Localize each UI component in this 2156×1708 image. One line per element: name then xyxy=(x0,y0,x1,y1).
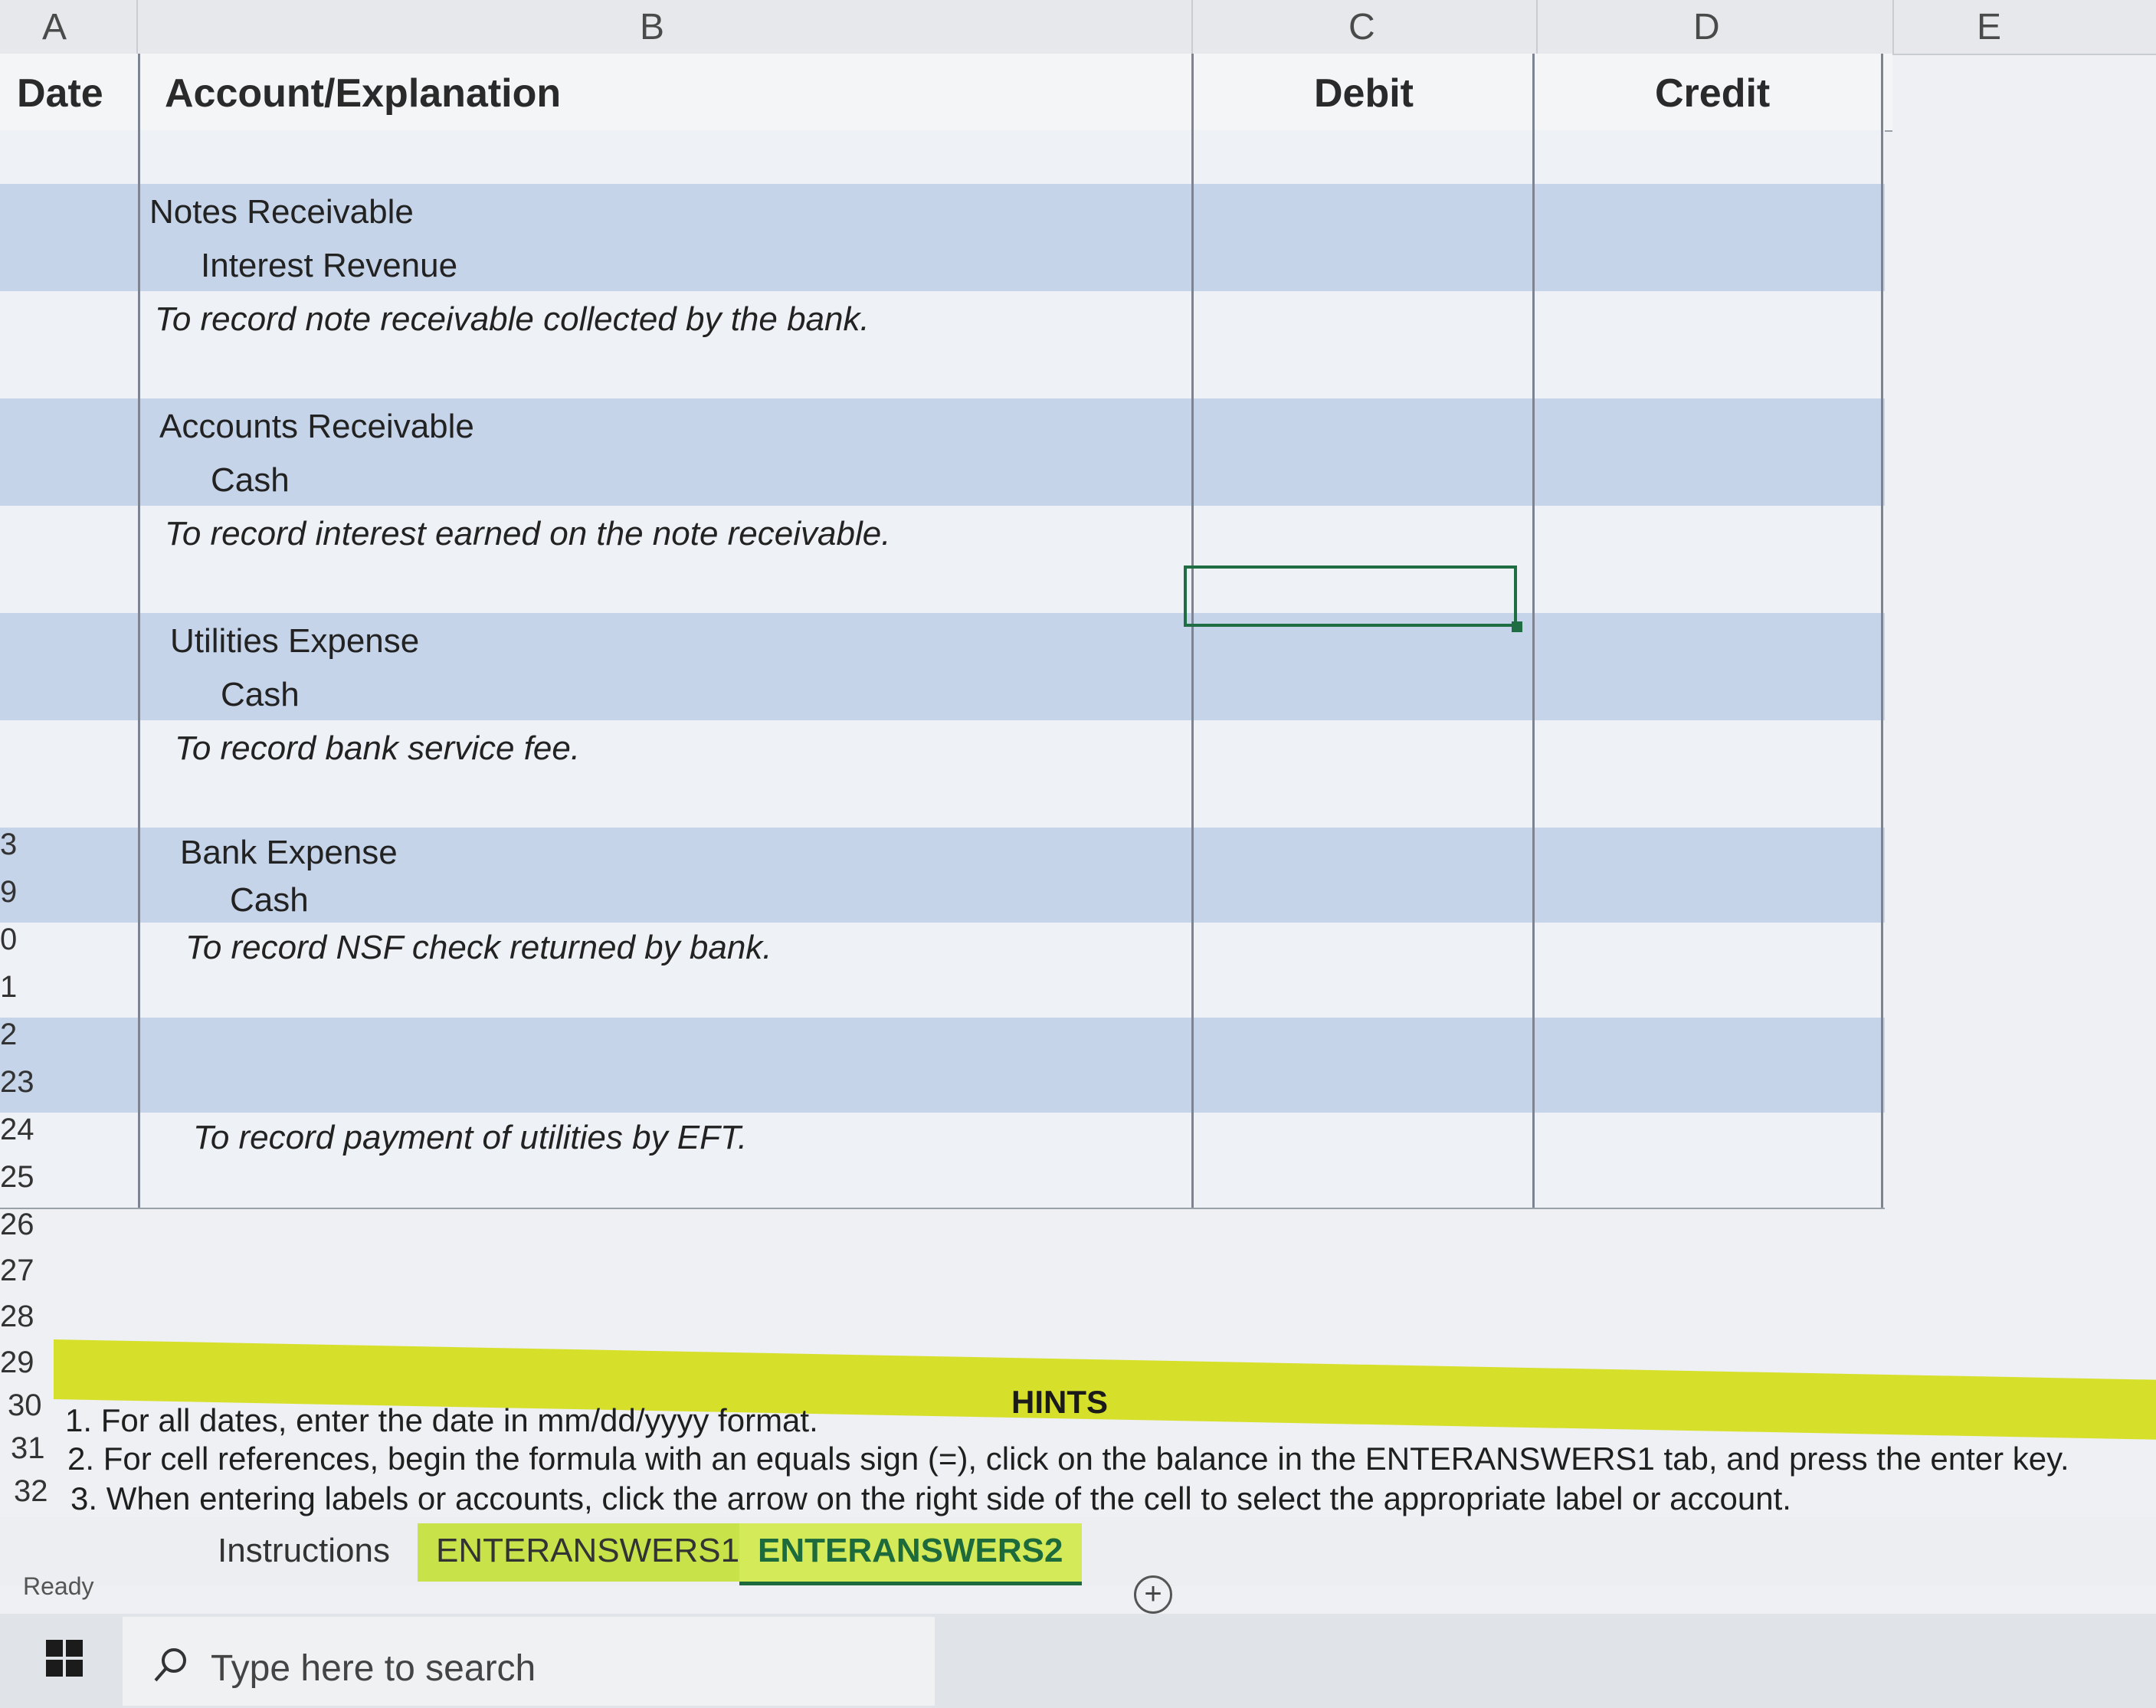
row-number[interactable]: 32 xyxy=(14,1474,67,1509)
tab-enteranswers2[interactable]: ENTERANSWERS2 xyxy=(739,1523,1082,1585)
entry-debit-row[interactable] xyxy=(0,1018,1885,1067)
tab-instructions[interactable]: Instructions xyxy=(199,1523,408,1582)
tab-enteranswers1[interactable]: ENTERANSWERS1 xyxy=(418,1523,759,1582)
blank-row[interactable] xyxy=(0,774,1885,829)
journal-header-row: Date Account/Explanation Debit Credit xyxy=(0,54,1892,132)
row-number[interactable]: 28 xyxy=(0,1300,54,1334)
debit-account-cell[interactable]: Accounts Receivable xyxy=(159,408,474,446)
explanation-cell[interactable]: To record NSF check returned by bank. xyxy=(185,929,772,967)
row-number[interactable]: 26 xyxy=(0,1208,54,1242)
row-number[interactable]: 23 xyxy=(0,1065,54,1100)
entry-credit-row[interactable]: Interest Revenue xyxy=(0,238,1885,293)
fill-handle[interactable] xyxy=(1512,621,1522,632)
blank-row[interactable] xyxy=(0,1160,1885,1209)
column-d-letter[interactable]: D xyxy=(1693,6,1720,48)
search-icon xyxy=(154,1648,186,1682)
search-input[interactable]: Type here to search xyxy=(211,1647,536,1690)
date-header[interactable]: Date xyxy=(17,70,103,116)
column-separator[interactable] xyxy=(1191,0,1193,54)
entry-debit-row[interactable]: Notes Receivable xyxy=(0,184,1885,239)
entry-debit-row[interactable]: Bank Expense xyxy=(0,828,1885,877)
credit-account-cell[interactable]: Cash xyxy=(211,461,290,500)
entry-explanation-row[interactable]: To record payment of utilities by EFT. xyxy=(0,1113,1885,1162)
row-number[interactable]: 1 xyxy=(0,970,54,1005)
entry-credit-row[interactable]: Cash xyxy=(0,875,1885,924)
column-e-letter[interactable]: E xyxy=(1977,6,2001,48)
blank-row[interactable] xyxy=(0,970,1885,1019)
row-number[interactable]: 24 xyxy=(0,1113,54,1147)
account-header[interactable]: Account/Explanation xyxy=(165,70,561,116)
grid-line xyxy=(1881,54,1883,1208)
entry-credit-row[interactable]: Cash xyxy=(0,667,1885,722)
hints-title: HINTS xyxy=(1011,1384,1108,1420)
credit-account-cell[interactable]: Cash xyxy=(230,881,309,920)
entry-explanation-row[interactable]: To record interest earned on the note re… xyxy=(0,506,1885,561)
debit-account-cell[interactable]: Bank Expense xyxy=(180,834,398,872)
entry-explanation-row[interactable]: To record note receivable collected by t… xyxy=(0,291,1885,346)
entry-credit-row[interactable]: Cash xyxy=(0,452,1885,507)
blank-row[interactable] xyxy=(0,559,1885,615)
credit-account-cell[interactable]: Cash xyxy=(221,676,300,714)
column-a-letter[interactable]: A xyxy=(42,6,67,48)
credit-account-cell[interactable]: Interest Revenue xyxy=(201,247,457,285)
grid-line xyxy=(138,54,140,1208)
row-number[interactable]: 9 xyxy=(0,875,54,910)
row-number[interactable]: 0 xyxy=(0,923,54,957)
column-separator[interactable] xyxy=(1892,0,1894,54)
hint-line[interactable]: 1. For all dates, enter the date in mm/d… xyxy=(65,1402,818,1439)
hint-line[interactable]: 2. For cell references, begin the formul… xyxy=(67,1441,2069,1477)
entry-debit-row[interactable]: Accounts Receivable xyxy=(0,398,1885,454)
entry-explanation-row[interactable]: To record bank service fee. xyxy=(0,720,1885,775)
row-number[interactable]: 29 xyxy=(0,1346,54,1380)
column-separator[interactable] xyxy=(1536,0,1538,54)
row-number[interactable]: 31 xyxy=(11,1431,64,1466)
windows-start-icon[interactable] xyxy=(46,1640,83,1677)
column-b-letter[interactable]: B xyxy=(640,6,664,48)
row-number[interactable]: 3 xyxy=(0,828,54,862)
row-number[interactable]: 2 xyxy=(0,1018,54,1052)
debit-account-cell[interactable]: Notes Receivable xyxy=(149,193,414,231)
row-number[interactable]: 25 xyxy=(0,1160,54,1195)
hint-line[interactable]: 3. When entering labels or accounts, cli… xyxy=(70,1480,1791,1517)
debit-account-cell[interactable]: Utilities Expense xyxy=(170,622,419,661)
entry-debit-row[interactable]: Utilities Expense xyxy=(0,613,1885,668)
column-c-letter[interactable]: C xyxy=(1348,6,1375,48)
add-sheet-button[interactable]: + xyxy=(1134,1575,1172,1614)
grid-line xyxy=(1532,54,1535,1208)
entry-explanation-row[interactable]: To record NSF check returned by bank. xyxy=(0,923,1885,972)
status-text: Ready xyxy=(23,1572,94,1600)
debit-header[interactable]: Debit xyxy=(1314,70,1414,116)
explanation-cell[interactable]: To record interest earned on the note re… xyxy=(165,515,890,553)
grid-line xyxy=(1191,54,1194,1208)
explanation-cell[interactable]: To record payment of utilities by EFT. xyxy=(193,1119,747,1157)
row-number[interactable]: 27 xyxy=(0,1254,54,1288)
column-separator[interactable] xyxy=(136,0,138,54)
explanation-cell[interactable]: To record bank service fee. xyxy=(175,729,580,768)
column-header-bar: A B C D E xyxy=(0,0,2156,55)
entry-credit-row[interactable] xyxy=(0,1065,1885,1114)
credit-header[interactable]: Credit xyxy=(1655,70,1770,116)
blank-row[interactable] xyxy=(0,130,1885,185)
blank-row[interactable] xyxy=(0,345,1885,400)
explanation-cell[interactable]: To record note receivable collected by t… xyxy=(155,300,870,339)
selected-cell[interactable] xyxy=(1184,566,1517,627)
